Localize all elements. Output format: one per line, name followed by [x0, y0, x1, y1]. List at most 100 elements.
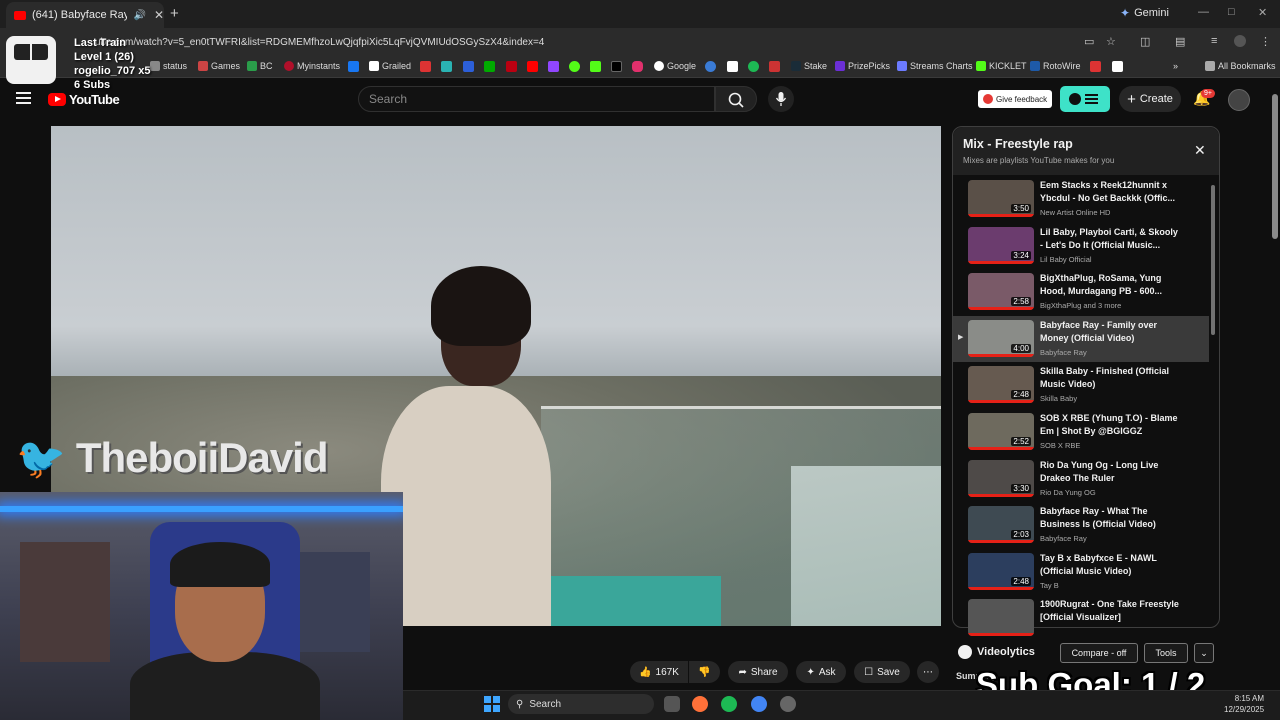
youtube-logo[interactable]: YouTube [48, 92, 120, 107]
profile-icon[interactable] [1234, 35, 1246, 47]
channel-name[interactable]: New Artist Online HD [1040, 208, 1110, 217]
video-title[interactable]: Tay B x Babyfxce E - NAWL (Official Musi… [1040, 552, 1180, 578]
video-title[interactable]: Lil Baby, Playboi Carti, & Skooly - Let'… [1040, 226, 1180, 252]
facebook-icon[interactable] [348, 61, 359, 72]
video-thumbnail[interactable]: 2:48 [968, 552, 1034, 590]
menu-dots-icon[interactable]: ⋮ [1260, 35, 1271, 48]
bookmark-grailed[interactable]: Grailed [369, 61, 411, 71]
bookmark-bc[interactable]: BC [247, 61, 273, 71]
tools-dropdown[interactable]: Tools [1144, 643, 1188, 663]
video-thumbnail[interactable]: 3:50 [968, 180, 1034, 217]
video-thumbnail[interactable]: 2:48 [968, 366, 1034, 404]
video-title[interactable]: Rio Da Yung Og - Long Live Drakeo The Ru… [1040, 459, 1180, 485]
mix-list-item[interactable]: 2:48 Tay B x Babyfxce E - NAWL (Official … [953, 549, 1209, 595]
bookmark-star-icon[interactable]: ☆ [1106, 35, 1116, 48]
channel-name[interactable]: SOB X RBE [1040, 441, 1080, 450]
voice-search-button[interactable] [768, 86, 794, 112]
kick-icon[interactable] [569, 61, 580, 72]
share-button[interactable]: ➦ Share [728, 661, 788, 683]
mix-list-item[interactable]: 2:58 BigXthaPlug, RoSama, Yung Hood, Murd… [953, 269, 1209, 315]
chrome-icon[interactable] [751, 696, 767, 712]
video-title[interactable]: SOB X RBE (Yhung T.O) - Blame Em | Shot … [1040, 412, 1180, 438]
task-view-icon[interactable] [664, 696, 680, 712]
mix-list-item[interactable]: 3:24 Lil Baby, Playboi Carti, & Skooly - … [953, 223, 1209, 269]
chart-icon[interactable] [769, 61, 780, 72]
video-thumbnail[interactable] [968, 599, 1034, 637]
bookmark-streams-charts[interactable]: Streams Charts [897, 61, 973, 71]
channel-name[interactable]: Lil Baby Official [1040, 255, 1092, 264]
bookmark-myinstants[interactable]: Myinstants [284, 61, 340, 71]
mix-list-item[interactable]: 1900Rugrat - One Take Freestyle [Officia… [953, 595, 1209, 641]
bookmark-icon-4[interactable] [484, 61, 495, 72]
windows-start-icon[interactable] [484, 696, 500, 712]
browser-tab[interactable]: (641) Babyface Ray - Family 🔊 ✕ [6, 2, 164, 28]
save-button[interactable]: ☐ Save [854, 661, 910, 683]
hamburger-menu-icon[interactable] [16, 92, 31, 104]
spotify-taskbar-icon[interactable] [721, 696, 737, 712]
mix-list-item[interactable]: ▶ 4:00 Babyface Ray - Family over Money (O… [953, 315, 1209, 362]
dislike-button[interactable]: 👎 [689, 661, 720, 683]
new-tab-button[interactable]: + [170, 5, 179, 22]
mix-list-item[interactable]: 2:03 Babyface Ray - What The Business Is … [953, 502, 1209, 548]
firefox-icon[interactable] [692, 696, 708, 712]
video-thumbnail[interactable]: 4:00 [968, 319, 1034, 357]
videolytics-toolbar-button[interactable] [1060, 86, 1110, 112]
taskbar-search[interactable]: ⚲ Search [508, 694, 654, 714]
screen-cast-icon[interactable]: ▭ [1084, 35, 1094, 48]
bookmark-status[interactable]: status [150, 61, 187, 71]
bookmark-stake[interactable]: Stake [791, 61, 827, 71]
bookmark-icon-6[interactable] [705, 61, 716, 72]
close-tab-icon[interactable]: ✕ [154, 8, 164, 22]
bookmark-icon-3[interactable] [463, 61, 474, 72]
video-title[interactable]: Eem Stacks x Reek12hunnit x Ybcdul - No … [1040, 179, 1180, 205]
channel-name[interactable]: Babyface Ray [1040, 348, 1087, 357]
bookmark-rotowire[interactable]: RotoWire [1030, 61, 1081, 71]
search-button[interactable] [715, 86, 757, 112]
speaker-icon[interactable]: 🔊 [133, 10, 145, 21]
account-avatar[interactable] [1228, 89, 1250, 111]
search-input[interactable]: Search [358, 86, 715, 112]
close-mix-icon[interactable]: ✕ [1194, 142, 1206, 159]
bookmark-icon-5[interactable] [506, 61, 517, 72]
channel-name[interactable]: Tay B [1040, 581, 1059, 590]
page-scrollbar-thumb[interactable] [1272, 94, 1278, 239]
mix-scrollbar-thumb[interactable] [1211, 185, 1215, 335]
channel-name[interactable]: Babyface Ray [1040, 534, 1087, 543]
reading-list-icon[interactable]: ≡ [1211, 35, 1217, 47]
video-title[interactable]: Babyface Ray - Family over Money (Offici… [1040, 319, 1180, 345]
video-title[interactable]: 1900Rugrat - One Take Freestyle [Officia… [1040, 598, 1180, 624]
bookmark-prizepicks[interactable]: PrizePicks [835, 61, 890, 71]
channel-name[interactable]: Skilla Baby [1040, 394, 1077, 403]
video-thumbnail[interactable]: 3:30 [968, 459, 1034, 497]
video-thumbnail[interactable]: 2:58 [968, 273, 1034, 311]
mix-list-item[interactable]: 2:48 Skilla Baby - Finished (Official Mus… [953, 362, 1209, 408]
close-window-icon[interactable]: ✕ [1258, 6, 1267, 19]
more-bookmarks-icon[interactable]: » [1173, 61, 1178, 71]
channel-name[interactable]: Rio Da Yung OG [1040, 488, 1096, 497]
youtube-bookmark-icon[interactable] [527, 61, 538, 72]
all-bookmarks-button[interactable]: All Bookmarks [1205, 61, 1276, 71]
extensions-icon[interactable]: ◫ [1140, 35, 1150, 48]
twitch-icon[interactable] [548, 61, 559, 72]
video-thumbnail[interactable]: 3:24 [968, 226, 1034, 264]
bookmark-icon-7[interactable] [1090, 61, 1101, 72]
instagram-icon[interactable] [632, 61, 643, 72]
sidepanel-icon[interactable]: ▤ [1175, 35, 1185, 48]
chevron-down-icon[interactable]: ⌄ [1194, 643, 1214, 663]
channel-name[interactable]: BigXthaPlug and 3 more [1040, 301, 1121, 310]
like-button[interactable]: 👍 167K [630, 661, 688, 683]
x-twitter-icon[interactable] [611, 61, 622, 72]
video-thumbnail[interactable]: 2:03 [968, 506, 1034, 544]
ask-button[interactable]: ✦ Ask [796, 661, 846, 683]
bookmark-icon-2[interactable] [441, 61, 452, 72]
maximize-icon[interactable]: □ [1228, 6, 1235, 18]
url-field[interactable]: ube.com/watch?v=5_en0tTWFRI&list=RDGMEMf… [95, 37, 544, 48]
app-taskbar-icon[interactable] [780, 696, 796, 712]
video-title[interactable]: BigXthaPlug, RoSama, Yung Hood, Murdagan… [1040, 272, 1180, 298]
mix-list-item[interactable]: 3:30 Rio Da Yung Og - Long Live Drakeo Th… [953, 456, 1209, 502]
system-clock[interactable]: 8:15 AM 12/29/2025 [1224, 693, 1264, 715]
spotify-icon[interactable] [748, 61, 759, 72]
amazon-icon[interactable] [727, 61, 738, 72]
mix-list-item[interactable]: 2:52 SOB X RBE (Yhung T.O) - Blame Em | S… [953, 409, 1209, 455]
video-thumbnail[interactable]: 2:52 [968, 413, 1034, 450]
